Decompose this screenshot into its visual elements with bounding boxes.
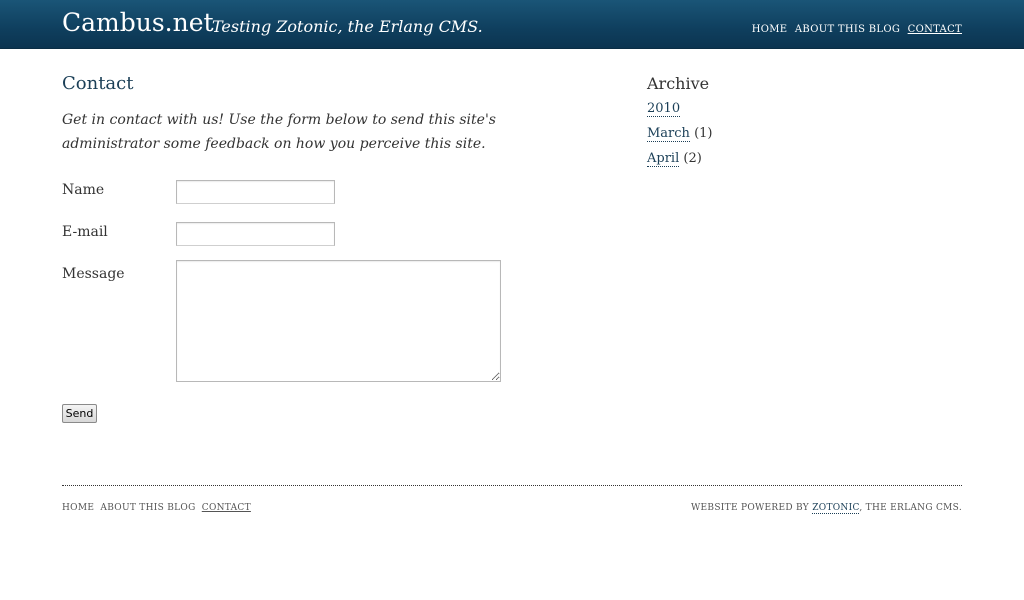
top-nav: HOME ABOUT THIS BLOG CONTACT — [748, 24, 962, 35]
site-header: Cambus.net Testing Zotonic, the Erlang C… — [0, 0, 1024, 49]
site-tagline: Testing Zotonic, the Erlang CMS. — [212, 17, 483, 36]
zotonic-link[interactable]: ZOTONIC — [812, 503, 860, 514]
archive-march-count: (1) — [694, 126, 713, 141]
name-input[interactable] — [176, 180, 335, 204]
footer-nav: HOME ABOUT THIS BLOG CONTACT — [62, 503, 254, 513]
message-label: Message — [62, 266, 125, 282]
archive-month-item: March (1) — [647, 121, 947, 146]
credit-prefix: WEBSITE POWERED BY — [690, 503, 810, 513]
nav-about-link[interactable]: ABOUT THIS BLOG — [795, 24, 900, 35]
archive-month-item: April (2) — [647, 146, 947, 171]
footer-credit: WEBSITE POWERED BY ZOTONIC, THE ERLANG C… — [690, 503, 962, 514]
credit-suffix: , THE ERLANG CMS. — [859, 503, 962, 513]
archive-april-link[interactable]: April — [647, 151, 680, 167]
footer-home-link[interactable]: HOME — [62, 503, 94, 513]
nav-home-link[interactable]: HOME — [752, 24, 788, 35]
email-input[interactable] — [176, 222, 335, 246]
message-textarea[interactable] — [176, 260, 501, 382]
archive-april-count: (2) — [683, 151, 702, 166]
send-button[interactable]: Send — [62, 404, 97, 423]
footer-about-link[interactable]: ABOUT THIS BLOG — [100, 503, 195, 513]
site-title-link[interactable]: Cambus.net — [62, 8, 214, 38]
archive-year-item: 2010 — [647, 96, 947, 121]
archive-year-link[interactable]: 2010 — [647, 101, 681, 117]
footer-contact-link[interactable]: CONTACT — [202, 503, 251, 513]
name-label: Name — [62, 182, 105, 198]
nav-contact-link[interactable]: CONTACT — [908, 24, 962, 35]
archive-title: Archive — [647, 74, 710, 93]
main-content: Contact Get in contact with us! Use the … — [62, 72, 542, 423]
footer-divider — [62, 485, 962, 486]
email-label: E-mail — [62, 224, 108, 240]
archive-sidebar: Archive 2010 March (1) April (2) — [647, 72, 947, 171]
page-title: Contact — [62, 73, 134, 94]
archive-march-link[interactable]: March — [647, 126, 690, 142]
intro-text: Get in contact with us! Use the form bel… — [62, 112, 496, 152]
